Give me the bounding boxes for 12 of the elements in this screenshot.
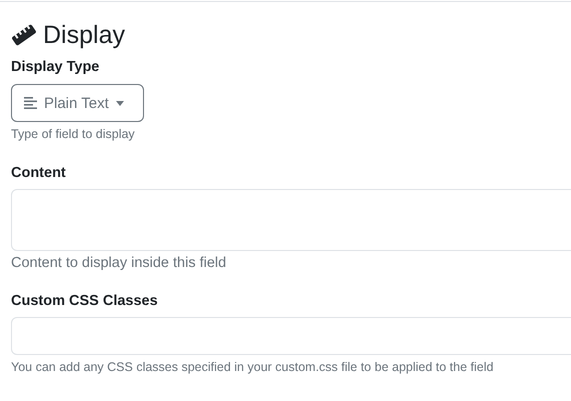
content-field[interactable] (11, 189, 571, 251)
help-text: Content to display inside this field (11, 255, 228, 271)
display-type-dropdown[interactable]: Plain Text (11, 84, 144, 122)
caret-icon (116, 100, 124, 106)
field-label: Content (11, 164, 67, 183)
field-label: Display Type (11, 58, 100, 77)
align-left-icon (24, 97, 37, 109)
help-text: Type of field to display (11, 127, 136, 141)
css-classes-field[interactable] (11, 317, 571, 355)
help-text: You can add any CSS classes specified in your custom.css file to be applied to the field (11, 360, 494, 374)
section-title: Display (43, 20, 125, 50)
field-label: Custom CSS Classes (11, 292, 159, 311)
